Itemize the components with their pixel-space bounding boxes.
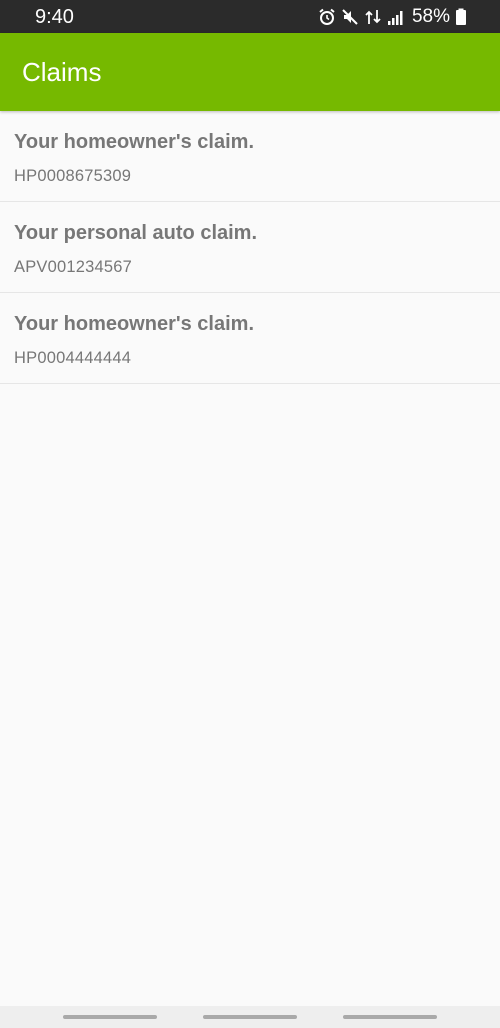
claim-title: Your homeowner's claim. [14, 313, 254, 335]
mute-icon [341, 8, 359, 26]
app-bar: Claims [0, 33, 500, 111]
home-button[interactable] [203, 1015, 297, 1019]
battery-icon [455, 8, 467, 26]
back-button[interactable] [343, 1015, 437, 1019]
claim-number: HP0004444444 [14, 349, 132, 367]
claim-list-item[interactable]: Your homeowner's claim. HP0004444444 [0, 293, 500, 384]
status-bar: 9:40 58% [0, 0, 500, 33]
data-transfer-icon [364, 8, 382, 26]
claim-list-item[interactable]: Your personal auto claim. APV001234567 [0, 202, 500, 293]
battery-percent: 58% [411, 6, 450, 27]
status-time: 9:40 [35, 6, 74, 28]
claim-number: HP0008675309 [14, 167, 132, 185]
claim-list-item[interactable]: Your homeowner's claim. HP0008675309 [0, 111, 500, 202]
signal-icon [387, 8, 405, 26]
recent-apps-button[interactable] [63, 1015, 157, 1019]
claim-number: APV001234567 [14, 258, 133, 276]
claim-title: Your homeowner's claim. [14, 131, 254, 153]
claims-list: Your homeowner's claim. HP0008675309 You… [0, 111, 500, 384]
alarm-icon [318, 8, 336, 26]
page-title: Claims [22, 57, 102, 87]
claim-title: Your personal auto claim. [14, 222, 258, 244]
status-icons: 58% [318, 5, 467, 29]
navigation-bar [0, 1006, 500, 1028]
